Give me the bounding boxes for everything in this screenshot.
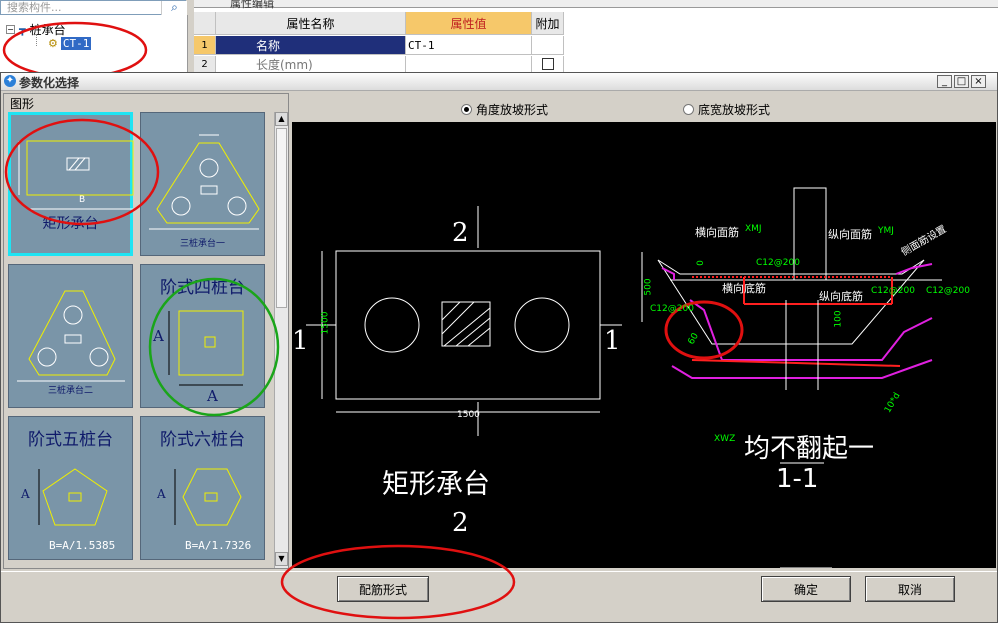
param-select-dialog: ✦ 参数化选择 _ □ × 图形 B 矩形承台 三桩承台一 三桩承台二 阶式四桩… xyxy=(0,72,998,623)
component-tree: − ┳ 桩承台 ⚙ CT-1 xyxy=(0,15,188,79)
row-value-cell[interactable] xyxy=(406,56,532,73)
table-row[interactable]: 1 名称 CT-1 xyxy=(194,36,564,55)
cad-drawing xyxy=(306,187,942,568)
header-attr-value: 属性值 xyxy=(406,12,532,35)
side-mark-left: 1 xyxy=(292,326,309,356)
app-icon: ✦ xyxy=(4,75,16,87)
row-name-cell[interactable]: 名称 xyxy=(216,36,406,55)
maximize-icon[interactable]: □ xyxy=(954,75,969,88)
header-attach: 附加 xyxy=(532,12,564,35)
section-mark-top: 2 xyxy=(452,218,469,248)
annotation-red-ellipse-tree xyxy=(2,21,148,79)
property-editor: 属性编辑 属性名称 属性值 附加 1 名称 CT-1 2 长度(mm) xyxy=(194,0,998,73)
slope-form-options: 角度放坡形式 底宽放坡形式 xyxy=(291,93,995,121)
shape-group: 图形 B 矩形承台 三桩承台一 三桩承台二 阶式四桩台 A A 阶式五桩台 A … xyxy=(3,93,289,569)
search-input[interactable]: 搜索构件... xyxy=(7,0,62,15)
section-name: 1-1 xyxy=(776,464,819,494)
tab-property-edit[interactable]: 属性编辑 xyxy=(230,0,274,11)
ok-button[interactable]: 确定 xyxy=(761,576,851,602)
attach-checkbox[interactable] xyxy=(532,56,564,73)
row-name-cell[interactable]: 长度(mm) xyxy=(216,56,406,73)
annotation-overlays xyxy=(4,118,280,417)
plan-title: 矩形承台 xyxy=(382,469,490,500)
side-mark-right: 1 xyxy=(604,326,621,356)
radio-angle-slope[interactable]: 角度放坡形式 xyxy=(461,101,548,118)
search-icon[interactable]: ⌕ xyxy=(161,1,187,16)
dim-height: 1500 xyxy=(320,311,331,335)
section-title: 均不翻起一 xyxy=(744,434,875,464)
dialog-title: 参数化选择 xyxy=(19,76,80,90)
dialog-footer: 配筋形式 确定 取消 xyxy=(1,544,997,620)
dialog-titlebar[interactable]: ✦ 参数化选择 _ □ × xyxy=(1,73,997,91)
radio-width-slope[interactable]: 底宽放坡形式 xyxy=(683,101,770,118)
table-row[interactable]: 2 长度(mm) xyxy=(194,56,564,73)
minimize-icon[interactable]: _ xyxy=(937,75,952,88)
row-value-cell[interactable]: CT-1 xyxy=(406,36,532,55)
annotation-red-ellipse-button xyxy=(280,544,516,620)
cancel-button[interactable]: 取消 xyxy=(865,576,955,602)
header-attr-name: 属性名称 xyxy=(216,12,406,35)
cad-preview: 2 2 1 1 1500 1500 矩形承台 均不翻起一 1-1 横向面筋 XM… xyxy=(292,122,996,568)
group-label: 图形 xyxy=(10,95,35,112)
grid-header-row: 属性名称 属性值 附加 xyxy=(194,12,564,35)
radio-dot-icon[interactable] xyxy=(461,104,472,115)
section-mark-bottom: 2 xyxy=(452,508,469,538)
dim-width: 1500 xyxy=(457,410,480,420)
search-box[interactable]: 搜索构件... ⌕ xyxy=(0,0,187,16)
radio-dot-icon[interactable] xyxy=(683,104,694,115)
close-icon[interactable]: × xyxy=(971,75,986,88)
